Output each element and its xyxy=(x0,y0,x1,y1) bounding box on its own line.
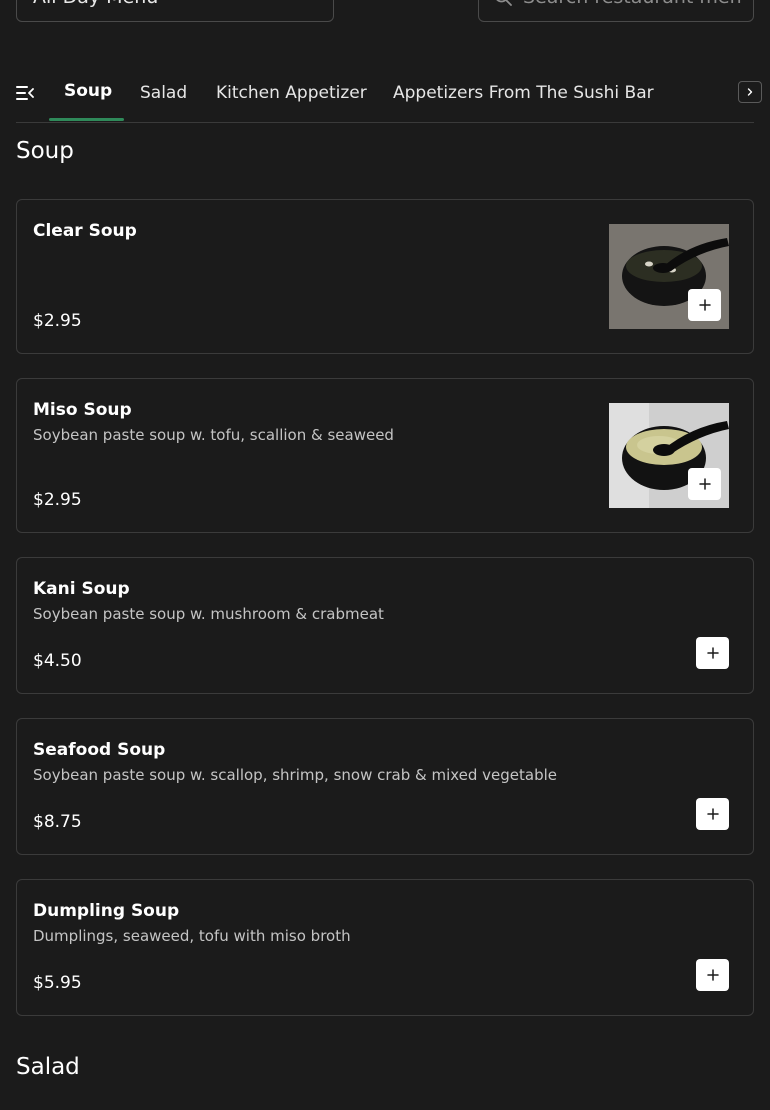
menu-item-card[interactable]: Clear Soup $2.95 xyxy=(16,199,754,354)
item-name: Kani Soup xyxy=(33,579,130,599)
plus-icon xyxy=(706,647,719,659)
chevron-right-icon xyxy=(747,88,753,96)
plus-icon xyxy=(706,808,719,820)
item-name: Dumpling Soup xyxy=(33,901,180,921)
search-icon xyxy=(496,0,512,6)
menu-item-card[interactable]: Dumpling Soup Dumplings, seaweed, tofu w… xyxy=(16,879,754,1016)
item-price: $2.95 xyxy=(33,311,82,331)
item-name: Miso Soup xyxy=(33,400,132,420)
menu-select-value: All Day Menu xyxy=(33,0,158,8)
tab-kitchen-appetizer[interactable]: Kitchen Appetizer xyxy=(216,83,367,103)
plus-icon xyxy=(706,969,719,981)
tab-appetizers-from-the-sushi-bar[interactable]: Appetizers From The Sushi Bar xyxy=(393,83,654,103)
item-name: Clear Soup xyxy=(33,221,137,241)
item-description: Soybean paste soup w. mushroom & crabmea… xyxy=(33,605,384,623)
item-description: Dumplings, seaweed, tofu with miso broth xyxy=(33,927,351,945)
item-price: $4.50 xyxy=(33,651,82,671)
category-tabs: Soup Salad Kitchen Appetizer Appetizers … xyxy=(16,66,762,123)
active-tab-indicator xyxy=(49,118,124,121)
item-price: $2.95 xyxy=(33,490,82,510)
section-heading-salad: Salad xyxy=(16,1054,80,1080)
menu-item-card[interactable]: Kani Soup Soybean paste soup w. mushroom… xyxy=(16,557,754,694)
menu-item-card[interactable]: Miso Soup Soybean paste soup w. tofu, sc… xyxy=(16,378,754,533)
item-description: Soybean paste soup w. tofu, scallion & s… xyxy=(33,426,394,444)
menu-item-card[interactable]: Seafood Soup Soybean paste soup w. scall… xyxy=(16,718,754,855)
add-to-cart-button[interactable] xyxy=(688,289,721,321)
add-to-cart-button[interactable] xyxy=(696,798,729,830)
search-input[interactable] xyxy=(523,0,743,8)
item-name: Seafood Soup xyxy=(33,740,166,760)
item-price: $8.75 xyxy=(33,812,82,832)
item-description: Soybean paste soup w. scallop, shrimp, s… xyxy=(33,766,558,784)
add-to-cart-button[interactable] xyxy=(696,637,729,669)
item-price: $5.95 xyxy=(33,973,82,993)
section-heading-soup: Soup xyxy=(16,138,74,164)
tab-salad[interactable]: Salad xyxy=(140,83,187,103)
search-box[interactable] xyxy=(478,0,754,22)
tab-soup[interactable]: Soup xyxy=(64,81,112,101)
chevron-down-icon xyxy=(299,0,319,5)
tabs-scroll-right-button[interactable] xyxy=(738,81,762,103)
plus-icon xyxy=(698,299,711,311)
add-to-cart-button[interactable] xyxy=(696,959,729,991)
plus-icon xyxy=(698,478,711,490)
menu-select[interactable]: All Day Menu xyxy=(16,0,334,22)
collapse-menu-icon[interactable] xyxy=(16,85,34,101)
add-to-cart-button[interactable] xyxy=(688,468,721,500)
